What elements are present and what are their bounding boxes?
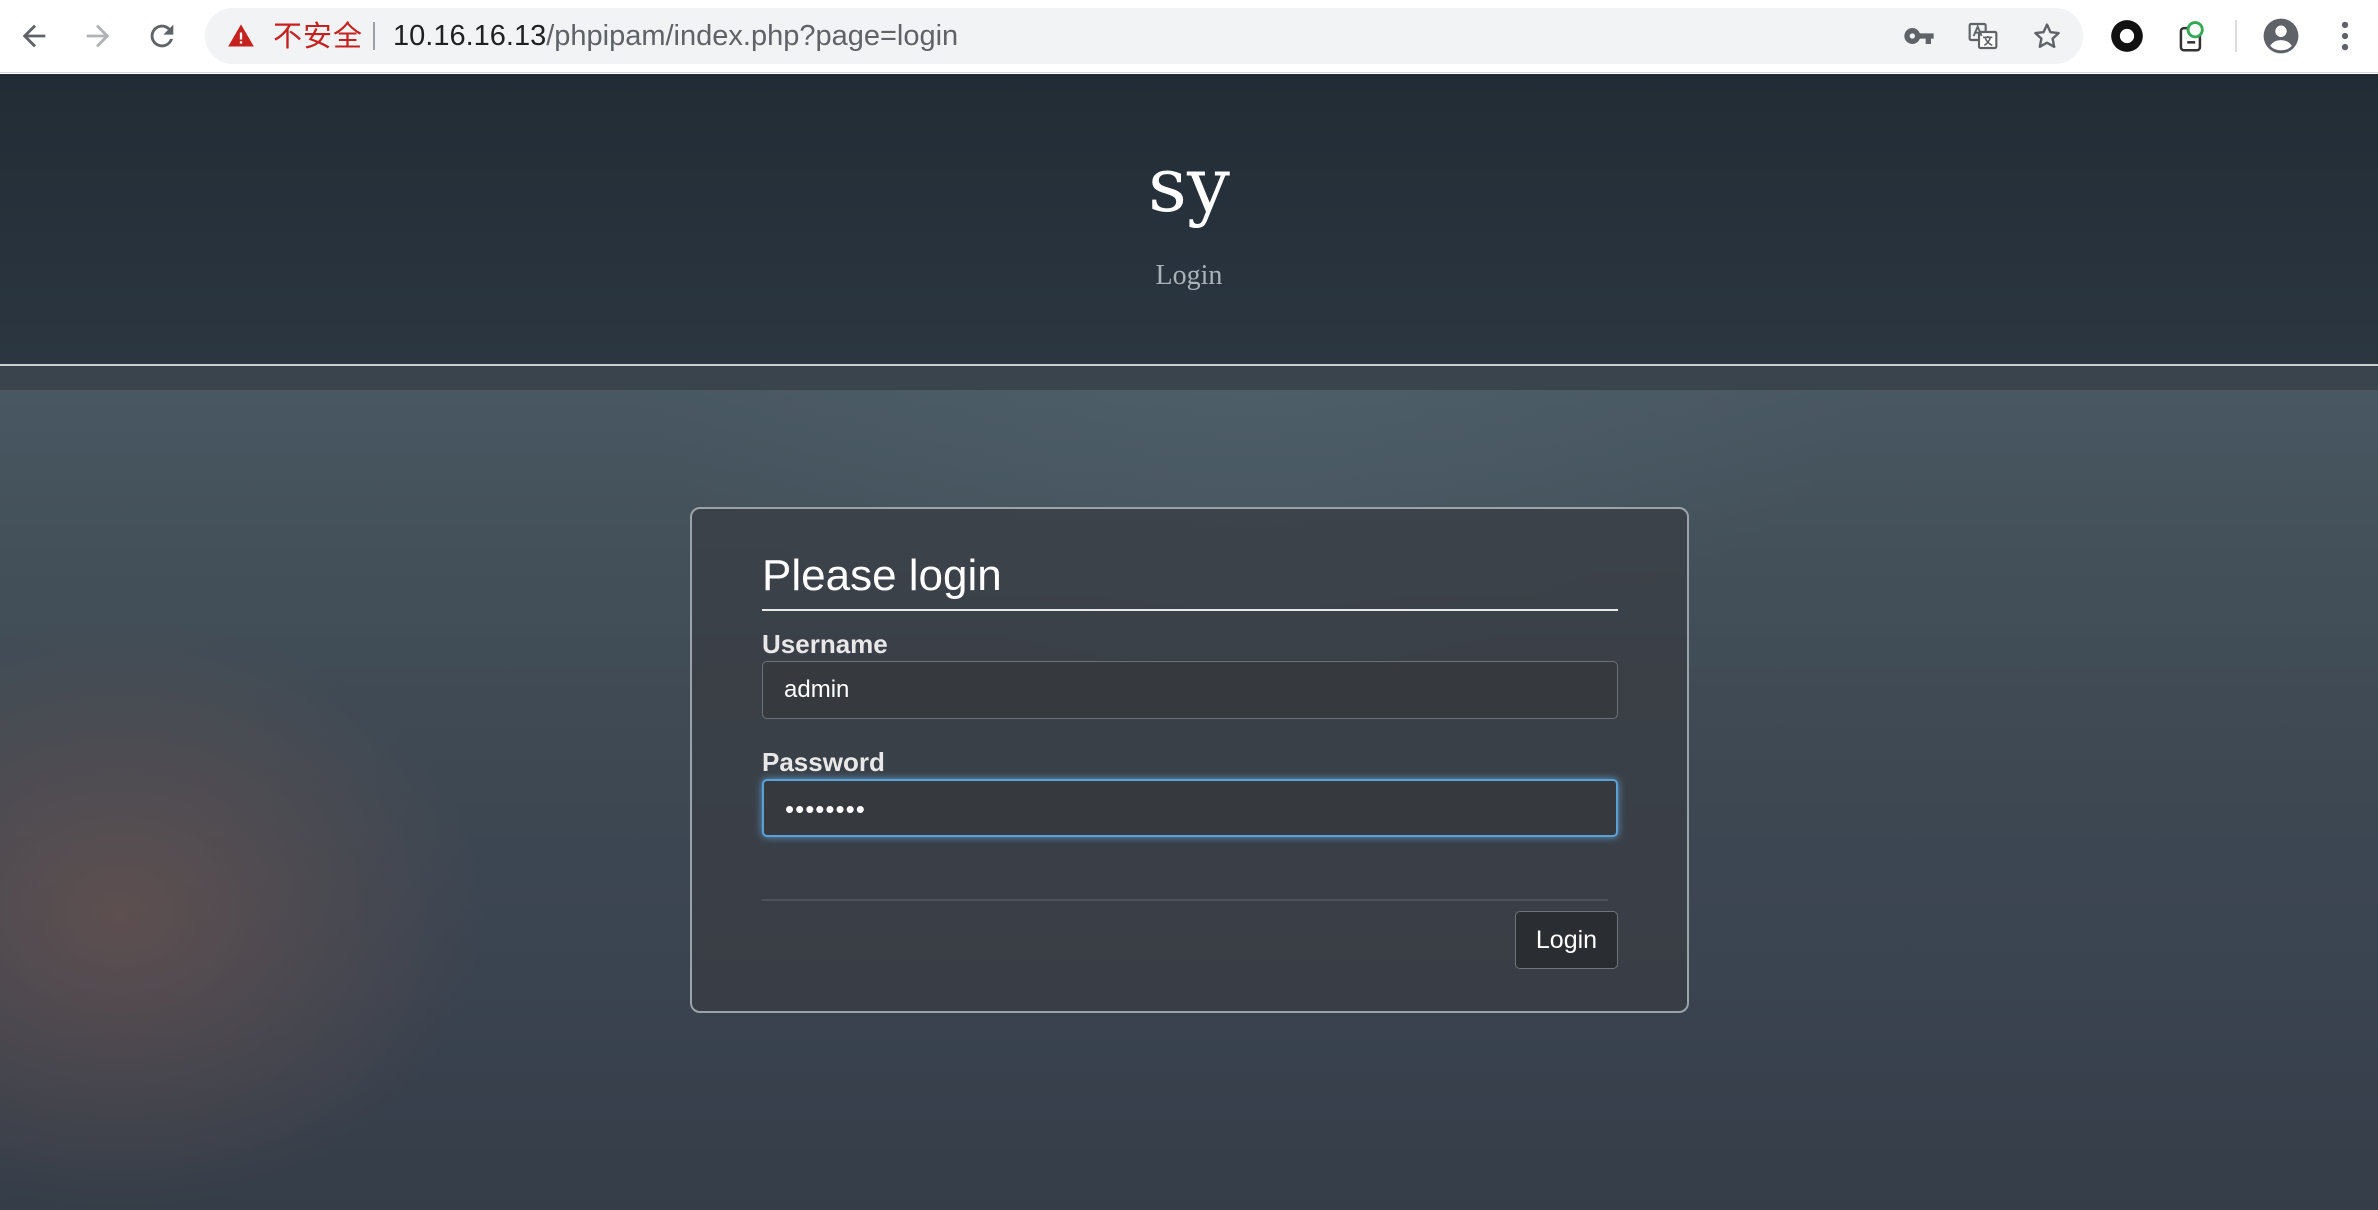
browser-toolbar: 不安全 10.16.16.13/phpipam/index.php?page=l… [0, 0, 2378, 73]
heading-divider [762, 609, 1618, 611]
toolbar-divider [2235, 20, 2237, 52]
site-header: sy Login [0, 74, 2378, 364]
bookmark-button[interactable] [2029, 18, 2065, 54]
password-key-button[interactable] [1901, 18, 1937, 54]
url-path: /phpipam/index.php?page=login [546, 20, 959, 52]
back-button[interactable] [12, 14, 56, 58]
reload-icon [150, 24, 174, 48]
form-footer-divider [762, 899, 1608, 901]
site-subtitle: Login [1155, 260, 1223, 291]
key-icon [1904, 28, 1934, 44]
url-text[interactable]: 10.16.16.13/phpipam/index.php?page=login [393, 8, 958, 64]
profile-button[interactable] [2259, 14, 2303, 58]
login-heading: Please login [762, 551, 1002, 600]
profile-icon [2263, 18, 2299, 54]
address-bar[interactable]: 不安全 10.16.16.13/phpipam/index.php?page=l… [205, 8, 2083, 64]
forward-arrow-icon [86, 24, 110, 48]
address-divider [373, 22, 375, 50]
extension-button[interactable] [2170, 14, 2214, 58]
translate-button[interactable] [1965, 18, 2001, 54]
login-panel: Please login Username admin Password •••… [690, 507, 1689, 1013]
star-icon [2034, 23, 2060, 48]
security-status-label[interactable]: 不安全 [273, 8, 363, 64]
password-label: Password [762, 747, 885, 777]
browser-menu-button[interactable] [2323, 14, 2367, 58]
reload-button[interactable] [140, 14, 184, 58]
login-button[interactable]: Login [1515, 911, 1618, 969]
record-extension-button[interactable] [2105, 14, 2149, 58]
page-body: sy Login Please login Username admin Pas… [0, 74, 2378, 1210]
username-field[interactable]: admin [762, 661, 1618, 719]
back-arrow-icon [22, 24, 46, 48]
translate-icon [1968, 22, 1998, 50]
extension-icon [2179, 21, 2204, 52]
record-icon [2111, 20, 2143, 52]
warning-triangle-icon[interactable] [227, 22, 255, 50]
kebab-menu-icon [2341, 21, 2349, 51]
site-title: sy [1148, 140, 1230, 229]
header-band [0, 366, 2378, 390]
url-host: 10.16.16.13 [393, 20, 547, 52]
forward-button[interactable] [76, 14, 120, 58]
password-field[interactable]: •••••••• [762, 779, 1618, 837]
username-label: Username [762, 629, 888, 659]
